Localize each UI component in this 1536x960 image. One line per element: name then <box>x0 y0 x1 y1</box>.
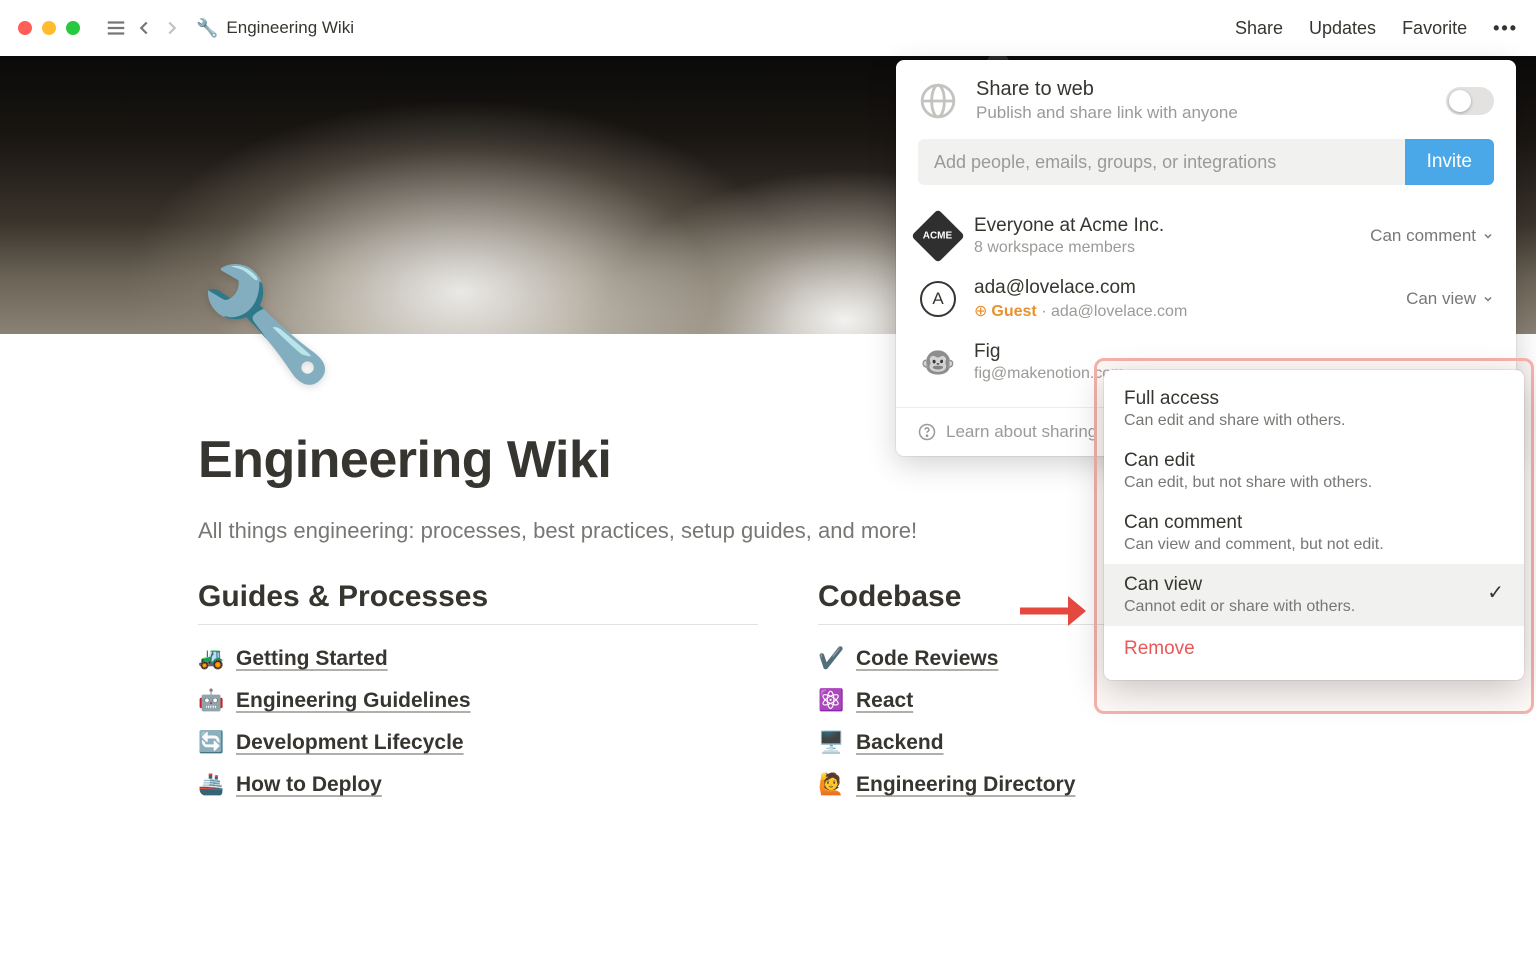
share-item-guest: A ada@lovelace.com ⊕Guest · ada@lovelace… <box>918 267 1494 331</box>
page-link[interactable]: React <box>856 689 913 713</box>
share-item-sub: ⊕Guest · ada@lovelace.com <box>974 301 1390 321</box>
window-traffic-lights <box>18 21 80 35</box>
wrench-icon: 🔧 <box>196 18 218 39</box>
emoji-icon: ⚛️ <box>818 689 844 713</box>
page-link[interactable]: How to Deploy <box>236 773 382 797</box>
guest-globe-icon: ⊕ <box>974 303 987 320</box>
topbar: 🔧 Engineering Wiki Share Updates Favorit… <box>0 0 1536 56</box>
favorite-button[interactable]: Favorite <box>1402 18 1467 39</box>
permission-option-can-comment[interactable]: Can comment Can view and comment, but no… <box>1104 502 1524 564</box>
permission-dropdown[interactable]: Can view <box>1406 289 1494 309</box>
share-item-name: ada@lovelace.com <box>974 277 1390 299</box>
emoji-icon: 🔄 <box>198 731 224 755</box>
more-icon[interactable]: ••• <box>1493 18 1518 39</box>
share-button[interactable]: Share <box>1235 18 1283 39</box>
emoji-icon: 🤖 <box>198 689 224 713</box>
emoji-icon: 🚜 <box>198 647 224 671</box>
emoji-icon: ✔️ <box>818 647 844 671</box>
page-link[interactable]: Engineering Directory <box>856 773 1075 797</box>
breadcrumb-title: Engineering Wiki <box>226 18 354 38</box>
column-heading[interactable]: Guides & Processes <box>198 580 758 614</box>
minimize-window-button[interactable] <box>42 21 56 35</box>
column-guides: Guides & Processes 🚜 Getting Started 🤖 Eng… <box>198 580 758 815</box>
list-item[interactable]: 🙋 Engineering Directory <box>818 773 1378 797</box>
list-item[interactable]: 🔄 Development Lifecycle <box>198 731 758 755</box>
globe-icon <box>918 81 958 121</box>
emoji-icon: 🖥️ <box>818 731 844 755</box>
divider <box>198 624 758 625</box>
list-item[interactable]: 🚜 Getting Started <box>198 647 758 671</box>
chevron-down-icon <box>1482 230 1494 242</box>
forward-icon[interactable] <box>158 14 186 42</box>
share-to-web-toggle[interactable] <box>1446 87 1494 115</box>
permission-menu: Full access Can edit and share with othe… <box>1104 370 1524 680</box>
chevron-down-icon <box>1482 293 1494 305</box>
fullscreen-window-button[interactable] <box>66 21 80 35</box>
updates-button[interactable]: Updates <box>1309 18 1376 39</box>
list-item[interactable]: ⚛️ React <box>818 689 1378 713</box>
permission-option-remove[interactable]: Remove <box>1104 626 1524 672</box>
annotation-arrow-icon <box>1018 590 1086 637</box>
share-to-web-subtitle: Publish and share link with anyone <box>976 103 1428 123</box>
workspace-badge-icon: ACME <box>918 216 958 256</box>
emoji-icon: 🙋 <box>818 773 844 797</box>
page-link[interactable]: Getting Started <box>236 647 388 671</box>
integration-icon: 🐵 <box>918 342 958 382</box>
breadcrumb[interactable]: 🔧 Engineering Wiki <box>196 18 354 39</box>
list-item[interactable]: 🖥️ Backend <box>818 731 1378 755</box>
emoji-icon: 🚢 <box>198 773 224 797</box>
share-item-name: Fig <box>974 341 1494 363</box>
invite-button[interactable]: Invite <box>1405 139 1494 185</box>
share-item-sub: 8 workspace members <box>974 239 1354 257</box>
share-to-web-title: Share to web <box>976 78 1428 101</box>
page-icon[interactable]: 🔧 <box>198 260 335 389</box>
invite-input[interactable] <box>918 139 1405 185</box>
permission-option-full-access[interactable]: Full access Can edit and share with othe… <box>1104 378 1524 440</box>
page-link[interactable]: Development Lifecycle <box>236 731 464 755</box>
list-item[interactable]: 🤖 Engineering Guidelines <box>198 689 758 713</box>
page-link[interactable]: Code Reviews <box>856 647 998 671</box>
page-link[interactable]: Engineering Guidelines <box>236 689 471 713</box>
share-item-name: Everyone at Acme Inc. <box>974 215 1354 237</box>
hamburger-menu-icon[interactable] <box>102 14 130 42</box>
check-icon: ✓ <box>1487 580 1504 605</box>
share-item-workspace: ACME Everyone at Acme Inc. 8 workspace m… <box>918 205 1494 267</box>
close-window-button[interactable] <box>18 21 32 35</box>
permission-option-can-view[interactable]: Can view Cannot edit or share with other… <box>1104 564 1524 626</box>
topbar-actions: Share Updates Favorite ••• <box>1235 18 1518 39</box>
back-icon[interactable] <box>130 14 158 42</box>
page-link[interactable]: Backend <box>856 731 944 755</box>
list-item[interactable]: 🚢 How to Deploy <box>198 773 758 797</box>
permission-dropdown[interactable]: Can comment <box>1370 226 1494 246</box>
avatar: A <box>918 279 958 319</box>
help-icon <box>918 423 936 441</box>
invite-row: Invite <box>896 139 1516 185</box>
permission-option-can-edit[interactable]: Can edit Can edit, but not share with ot… <box>1104 440 1524 502</box>
share-to-web-row: Share to web Publish and share link with… <box>896 60 1516 139</box>
